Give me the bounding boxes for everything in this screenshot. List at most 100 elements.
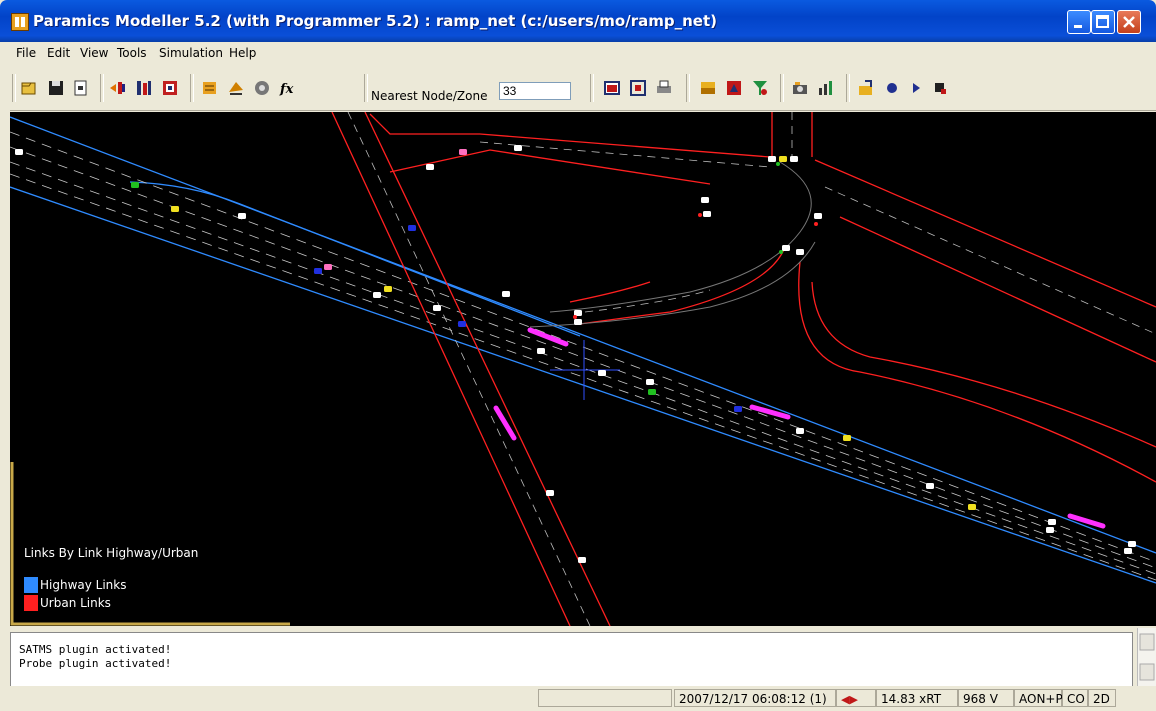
truck xyxy=(527,327,569,347)
vehicle xyxy=(734,406,742,412)
urban-top-road-lower xyxy=(389,149,711,185)
urban-grey-arc-2 xyxy=(529,241,816,328)
console-scrollbar[interactable] xyxy=(1137,628,1156,686)
vehicle xyxy=(433,305,441,311)
urban-links xyxy=(331,112,1156,626)
filter-icon[interactable] xyxy=(750,78,770,98)
legend-label-urban: Urban Links xyxy=(40,596,111,610)
legend-swatch-urban xyxy=(24,595,38,611)
zones-icon[interactable] xyxy=(160,78,180,98)
vehicle xyxy=(238,213,246,219)
vehicle xyxy=(408,225,416,231)
vehicle xyxy=(459,149,467,155)
menu-file[interactable]: File xyxy=(16,46,36,60)
menu-simulation[interactable]: Simulation xyxy=(159,46,223,60)
close-button[interactable] xyxy=(1117,10,1141,34)
vehicle xyxy=(814,213,822,219)
vehicle xyxy=(574,319,582,325)
stop-icon[interactable] xyxy=(930,78,950,98)
vehicle xyxy=(1124,548,1132,554)
vehicle xyxy=(514,145,522,151)
highway-links xyxy=(10,116,1156,584)
separator xyxy=(590,74,594,102)
chart-icon[interactable] xyxy=(816,78,836,98)
demand-icon[interactable] xyxy=(108,78,128,98)
signals-icon[interactable] xyxy=(252,78,272,98)
vehicle xyxy=(578,557,586,563)
status-mode: AON+P xyxy=(1014,689,1063,707)
svg-text:fx: fx xyxy=(279,82,294,97)
network-canvas[interactable]: Links By Link Highway/Urban Highway Link… xyxy=(10,112,1156,626)
new-icon[interactable] xyxy=(70,78,90,98)
separator xyxy=(100,74,104,102)
camera-icon[interactable] xyxy=(790,78,810,98)
truck xyxy=(749,404,791,420)
nearest-node-input[interactable] xyxy=(499,82,571,100)
vehicles xyxy=(15,145,1136,563)
speed-arrows-icon[interactable]: ◀▶ xyxy=(836,689,876,707)
separator xyxy=(190,74,194,102)
console-output[interactable]: SATMS plugin activated! Probe plugin act… xyxy=(10,632,1133,687)
vehicle xyxy=(782,245,790,251)
colors-icon[interactable] xyxy=(724,78,744,98)
fit-icon[interactable] xyxy=(628,78,648,98)
nearest-node-label: Nearest Node/Zone xyxy=(371,89,488,103)
layers-icon[interactable] xyxy=(698,78,718,98)
status-vehicles: 968 V xyxy=(958,689,1014,707)
vehicle xyxy=(790,156,798,162)
links-icon[interactable] xyxy=(226,78,246,98)
vehicle xyxy=(646,379,654,385)
separator xyxy=(364,74,368,102)
menu-help[interactable]: Help xyxy=(229,46,256,60)
close-icon xyxy=(1123,16,1135,28)
vehicle xyxy=(648,389,656,395)
minimize-button[interactable] xyxy=(1067,10,1091,34)
highway-lanes xyxy=(10,131,1156,581)
export-icon[interactable] xyxy=(856,78,876,98)
matrix-icon[interactable] xyxy=(134,78,154,98)
function-icon[interactable]: fx xyxy=(278,78,298,98)
print-icon[interactable] xyxy=(654,78,674,98)
urban-top-road-upper xyxy=(369,113,771,158)
vehicle xyxy=(537,348,545,354)
urban-ramp-curve xyxy=(798,261,1156,483)
menu-view[interactable]: View xyxy=(80,46,108,60)
urban-diagonal-left-edge xyxy=(331,112,571,626)
app-icon[interactable] xyxy=(11,13,29,31)
vehicle xyxy=(171,206,179,212)
vehicle xyxy=(796,428,804,434)
window-title: Paramics Modeller 5.2 (with Programmer 5… xyxy=(33,12,717,30)
vehicle xyxy=(426,164,434,170)
toolbar: fx Nearest Node/Zone xyxy=(10,64,1156,111)
vehicle xyxy=(796,249,804,255)
vehicle xyxy=(324,264,332,270)
highway-lower-edge xyxy=(10,186,1156,584)
vehicle xyxy=(843,435,851,441)
vehicle xyxy=(768,156,776,162)
status-speed: 14.83 xRT xyxy=(876,689,958,707)
status-bar: 2007/12/17 06:08:12 (1) ◀▶ 14.83 xRT 968… xyxy=(10,686,1156,711)
play-icon[interactable] xyxy=(906,78,926,98)
vehicle xyxy=(15,149,23,155)
vehicle xyxy=(701,197,709,203)
menu-tools[interactable]: Tools xyxy=(117,46,147,60)
vehicle xyxy=(458,321,466,327)
urban-east-upper xyxy=(814,159,1156,308)
scrollbar-arrows-icon xyxy=(1139,633,1155,681)
save-icon[interactable] xyxy=(46,78,66,98)
vehicle xyxy=(779,156,787,162)
signal-markers xyxy=(573,162,818,319)
title-bar[interactable]: Paramics Modeller 5.2 (with Programmer 5… xyxy=(0,0,1156,42)
menu-edit[interactable]: Edit xyxy=(47,46,70,60)
urban-loop-inner xyxy=(569,281,651,303)
vehicle xyxy=(598,370,606,376)
highway-upper-edge xyxy=(10,116,1156,554)
legend-swatch-highway xyxy=(24,577,38,593)
nodes-icon[interactable] xyxy=(200,78,220,98)
vehicle xyxy=(1048,519,1056,525)
open-icon[interactable] xyxy=(20,78,40,98)
maximize-button[interactable] xyxy=(1091,10,1115,34)
vehicle xyxy=(131,182,139,188)
record-icon[interactable] xyxy=(882,78,902,98)
window-icon[interactable] xyxy=(602,78,622,98)
